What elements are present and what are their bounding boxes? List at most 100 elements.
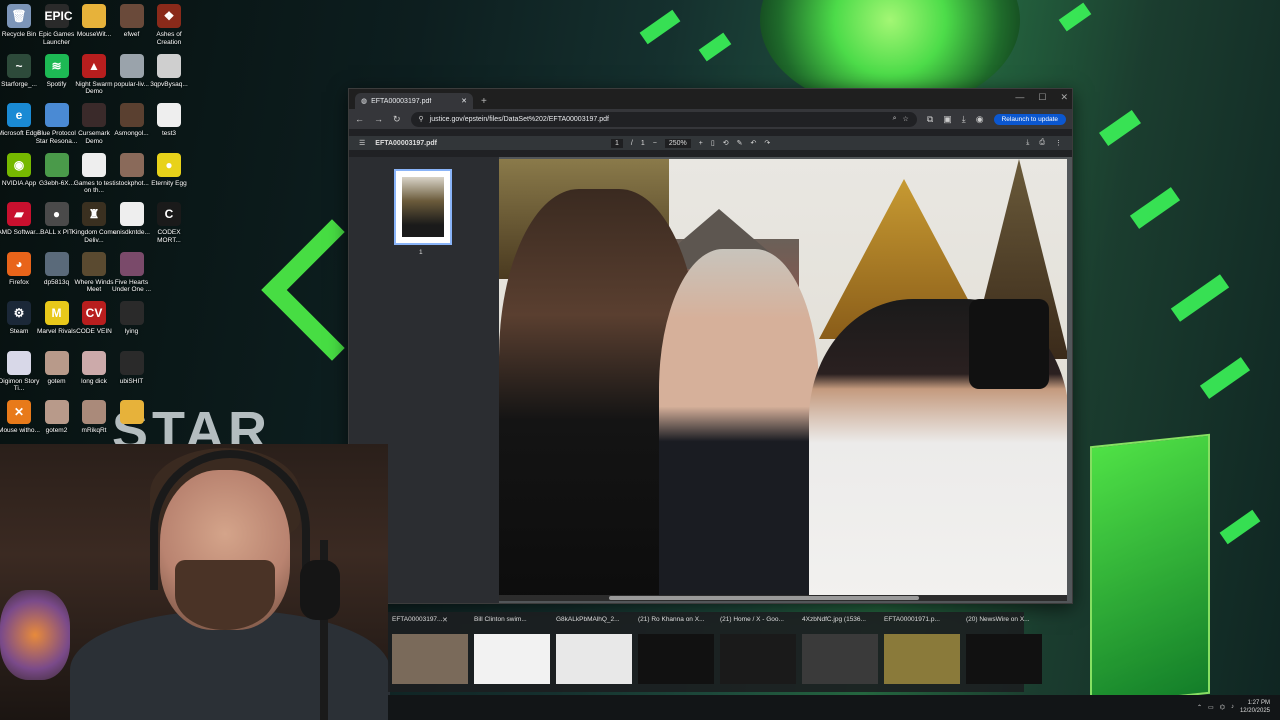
image-file-icon <box>44 350 69 375</box>
window-preview[interactable]: G8kALkPbMAlhQ_2... <box>552 612 634 692</box>
close-icon[interactable]: ✕ <box>442 616 448 624</box>
desktop-icon[interactable]: gotem2 <box>38 400 76 448</box>
profile-icon[interactable]: ◉ <box>976 114 984 125</box>
chevron-up-icon[interactable]: ⌃ <box>1197 704 1202 711</box>
desktop-icon[interactable]: ~ Starforge_... <box>0 53 38 102</box>
desktop-icon[interactable]: ❖ Ashes of Creation <box>150 4 188 52</box>
scrollbar-thumb[interactable] <box>609 596 919 600</box>
volume-icon[interactable]: ♪ <box>1231 704 1234 710</box>
split-view-icon[interactable]: ▣ <box>943 114 952 125</box>
desktop-icon[interactable]: Games to test on th... <box>74 152 114 201</box>
desktop-icon[interactable]: popular-liv... <box>113 53 151 102</box>
window-preview[interactable]: (21) Ro Khanna on X... <box>634 612 716 692</box>
window-preview-title: G8kALkPbMAlhQ_2... <box>556 616 620 623</box>
page-number-input[interactable]: 1 <box>611 138 623 148</box>
desktop-icon[interactable] <box>150 252 188 300</box>
url-text: justice.gov/epstein/files/DataSet%202/EF… <box>429 115 609 123</box>
desktop-icon[interactable]: lying <box>113 301 151 349</box>
window-preview[interactable]: EFTA00003197... ✕ <box>388 612 470 692</box>
annotate-icon[interactable]: ✎ <box>737 139 743 147</box>
desktop-icon[interactable] <box>150 351 188 399</box>
relaunch-button[interactable]: Relaunch to update <box>993 113 1066 125</box>
downloads-icon[interactable]: ⤓ <box>962 114 966 125</box>
reload-icon[interactable]: ↻ <box>393 114 401 125</box>
undo-icon[interactable]: ↶ <box>750 139 756 147</box>
desktop-icon[interactable]: test3 <box>150 103 188 151</box>
close-icon[interactable]: ✕ <box>461 97 467 105</box>
thumbnail-image <box>402 177 444 237</box>
rotate-icon[interactable]: ⟲ <box>723 139 729 147</box>
desktop-icon[interactable]: ubiSHIT <box>113 350 151 399</box>
desktop-icon[interactable]: mRikqRt <box>75 400 113 448</box>
desktop-icon[interactable]: C CODEX MORT... <box>150 202 188 250</box>
browser-toolbar: ← → ↻ ⚲ justice.gov/epstein/files/DataSe… <box>349 109 1072 129</box>
new-tab-button[interactable]: + <box>481 96 487 107</box>
spotify-icon: ≋ <box>44 53 69 78</box>
battery-icon[interactable]: ▭ <box>1208 704 1214 711</box>
print-icon[interactable]: ⎙ <box>1039 139 1045 147</box>
desktop-icon[interactable] <box>113 400 151 448</box>
desktop-icon[interactable]: ⚙ Steam <box>0 301 38 349</box>
desktop-icon[interactable]: istockphot... <box>113 152 151 201</box>
browser-window: ◍ EFTA00003197.pdf ✕ + — ☐ ✕ ← → ↻ ⚲ jus… <box>348 88 1073 604</box>
window-preview[interactable]: EFTA00001971.p... <box>880 612 962 692</box>
close-window-button[interactable]: ✕ <box>1060 92 1068 103</box>
window-preview[interactable]: 4XzbNdfC.jpg (1536... <box>798 612 880 692</box>
address-bar[interactable]: ⚲ justice.gov/epstein/files/DataSet%202/… <box>410 111 917 127</box>
desktop-icon[interactable]: ◉ NVIDIA App <box>0 152 38 201</box>
page-separator: / <box>630 139 633 147</box>
zoom-out-button[interactable]: − <box>653 140 657 147</box>
extensions-icon[interactable]: ⧉ <box>927 114 933 125</box>
window-preview[interactable]: Bill Clinton swim... <box>470 612 552 692</box>
desktop-icon[interactable]: ♜ Kingdom Come Deliv... <box>72 202 116 250</box>
site-info-icon[interactable]: ⚲ <box>419 115 424 123</box>
desktop-icon[interactable] <box>150 301 188 349</box>
desktop-icon[interactable]: ◕ Firefox <box>0 251 38 300</box>
page-total: 1 <box>640 139 645 147</box>
pdf-page-photo <box>499 159 1067 597</box>
zoom-input[interactable]: 250% <box>664 138 691 148</box>
page-thumbnail[interactable] <box>394 169 452 245</box>
ashes-icon: ❖ <box>157 4 181 28</box>
back-icon[interactable]: ← <box>355 114 364 124</box>
window-preview[interactable]: (20) NewsWire on X... <box>962 612 1044 692</box>
desktop-icon[interactable]: ▲ Night Swarm Demo <box>75 53 113 102</box>
desktop-icon[interactable]: Asmongol... <box>113 103 151 151</box>
desktop-icons: 🗑 Recycle Bin EPIC Epic Games Launcher Mouse… <box>0 0 190 450</box>
forward-icon[interactable]: → <box>374 114 383 124</box>
desktop-icon[interactable]: long dick <box>75 350 113 399</box>
bookmark-star-icon[interactable]: ☆ <box>903 115 909 123</box>
desktop-icon[interactable]: ● Eternity Egg <box>150 152 188 201</box>
horizontal-scrollbar[interactable] <box>499 595 1067 601</box>
fit-page-icon[interactable]: ▯ <box>711 139 715 147</box>
globe-icon: ◍ <box>361 98 368 105</box>
download-icon[interactable]: ⤓ <box>1026 139 1029 147</box>
wallpaper-stripe <box>1129 187 1181 229</box>
desktop-icon[interactable]: Cursemark Demo <box>75 103 113 151</box>
zoom-in-button[interactable]: + <box>699 140 703 147</box>
more-icon[interactable]: ⋮ <box>1055 139 1062 147</box>
image-file-icon <box>44 152 69 177</box>
desktop-icon[interactable]: CV CODE VEIN <box>75 301 113 349</box>
desktop-icon[interactable]: Five Hearts Under One ... <box>112 251 151 300</box>
window-preview[interactable]: (21) Home / X - Goo... <box>716 612 798 692</box>
minimize-button[interactable]: — <box>1015 92 1024 103</box>
window-preview-title: (21) Home / X - Goo... <box>720 616 784 623</box>
pdf-actions: ⤓ ⎙ ⋮ <box>1026 136 1062 150</box>
clock[interactable]: 1:27 PM 12/20/2025 <box>1240 699 1270 715</box>
desktop-icon[interactable]: MouseWit... <box>75 4 113 52</box>
desktop-icon[interactable]: ✕ Mouse witho... <box>0 400 40 448</box>
desktop-icon[interactable]: EPIC Epic Games Launcher <box>38 4 76 52</box>
menu-icon[interactable]: ☰ <box>359 139 365 147</box>
desktop-icon[interactable]: gotem <box>38 350 76 399</box>
desktop-icon[interactable]: ▰ AMD Softwar... <box>0 202 41 250</box>
desktop-icon[interactable]: 3qpvBysaq... <box>150 53 188 102</box>
network-icon[interactable]: ⌬ <box>1220 704 1225 711</box>
tab-pdf[interactable]: ◍ EFTA00003197.pdf ✕ <box>355 93 473 109</box>
cursemark-icon <box>82 103 106 127</box>
desktop-icon[interactable]: M Marvel Rivals <box>37 301 76 349</box>
redo-icon[interactable]: ↷ <box>764 139 770 147</box>
maximize-button[interactable]: ☐ <box>1038 92 1046 103</box>
zoom-icon[interactable]: ⌕ <box>893 115 897 123</box>
desktop-icon[interactable]: Digimon Story Ti... <box>0 350 39 399</box>
